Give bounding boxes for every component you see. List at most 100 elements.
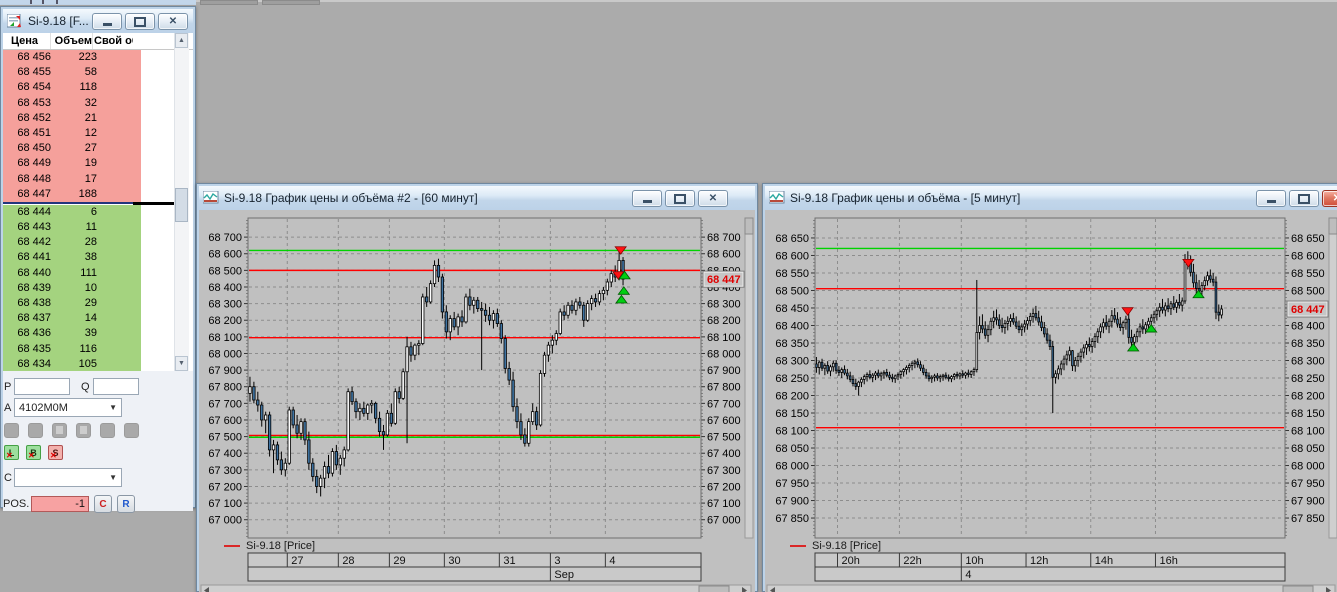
volume-cell[interactable]: 38 [55, 250, 101, 266]
chart-canvas-5min[interactable]: 68 650 68 650 68 600 68 600 68 550 68 550 68 5… [765, 210, 1337, 592]
volume-cell[interactable]: 6 [55, 204, 101, 221]
own-volume-cell[interactable] [101, 80, 141, 96]
maximize-button[interactable] [1289, 190, 1319, 207]
table-row-ask[interactable]: 68 453 32 [3, 95, 193, 111]
price-cell[interactable]: 68 450 [3, 141, 55, 157]
table-row-bid[interactable]: 68 439 10 [3, 280, 193, 296]
table-row-bid[interactable]: 68 442 28 [3, 235, 193, 251]
dom-titlebar[interactable]: Si-9.18 [F... ✕ [3, 9, 193, 33]
price-cell[interactable]: 68 439 [3, 280, 55, 296]
own-volume-cell[interactable] [101, 265, 141, 281]
price-input[interactable] [14, 378, 70, 395]
close-button[interactable]: ✕ [698, 190, 728, 207]
close-button[interactable]: ✕ [1322, 190, 1337, 207]
price-cell[interactable]: 68 456 [3, 50, 55, 66]
table-row-ask[interactable]: 68 450 27 [3, 141, 193, 157]
volume-cell[interactable]: 118 [55, 80, 101, 96]
table-row-ask[interactable]: 68 456 223 [3, 50, 193, 66]
v-scrollbar[interactable] [744, 217, 754, 539]
table-row-bid[interactable]: 68 436 39 [3, 326, 193, 342]
minimize-button[interactable] [632, 190, 662, 207]
cancel-sell-orders-button[interactable]: S ✕ [48, 445, 63, 460]
table-row-ask[interactable]: 68 452 21 [3, 110, 193, 126]
price-cell[interactable]: 68 447 [3, 186, 55, 202]
dom-table-header[interactable]: Цена Объем Свой об [3, 33, 193, 50]
own-volume-cell[interactable] [101, 296, 141, 312]
toolbar-button-5[interactable] [100, 423, 115, 438]
h-scrollbar[interactable] [200, 584, 752, 592]
own-volume-cell[interactable] [101, 95, 141, 111]
volume-cell[interactable]: 58 [55, 65, 101, 81]
own-volume-cell[interactable] [101, 220, 141, 236]
table-row-bid[interactable]: 68 441 38 [3, 250, 193, 266]
volume-cell[interactable]: 19 [55, 156, 101, 172]
close-position-button[interactable]: C [94, 495, 112, 513]
volume-cell[interactable]: 32 [55, 95, 101, 111]
price-cell[interactable]: 68 455 [3, 65, 55, 81]
toolbar-button-6[interactable] [124, 423, 139, 438]
own-volume-cell[interactable] [101, 110, 141, 126]
table-row-bid[interactable]: 68 437 14 [3, 311, 193, 327]
own-volume-cell[interactable] [101, 65, 141, 81]
own-volume-cell[interactable] [101, 171, 141, 187]
own-volume-cell[interactable] [101, 311, 141, 327]
price-cell[interactable]: 68 437 [3, 311, 55, 327]
maximize-button[interactable] [665, 190, 695, 207]
maximize-button[interactable] [125, 13, 155, 30]
volume-cell[interactable]: 10 [55, 280, 101, 296]
own-volume-cell[interactable] [101, 341, 141, 357]
price-cell[interactable]: 68 438 [3, 296, 55, 312]
table-row-bid[interactable]: 68 438 29 [3, 296, 193, 312]
price-cell[interactable]: 68 435 [3, 341, 55, 357]
own-volume-cell[interactable] [101, 50, 141, 66]
toolbar-button-3[interactable] [52, 423, 67, 438]
own-volume-cell[interactable] [101, 250, 141, 266]
chart60-titlebar[interactable]: Si-9.18 График цены и объёма #2 - [60 ми… [199, 186, 755, 210]
price-cell[interactable]: 68 443 [3, 220, 55, 236]
scroll-up-icon[interactable]: ▲ [175, 33, 188, 48]
column-header-price[interactable]: Цена [3, 33, 51, 49]
volume-cell[interactable]: 39 [55, 326, 101, 342]
quantity-input[interactable] [93, 378, 139, 395]
reverse-position-button[interactable]: R [117, 495, 135, 513]
volume-cell[interactable]: 188 [55, 186, 101, 202]
price-cell[interactable]: 68 449 [3, 156, 55, 172]
table-row-bid[interactable]: 68 434 105 [3, 356, 193, 371]
client-code-select[interactable]: ▼ [14, 468, 122, 487]
table-row-ask[interactable]: 68 447 188 [3, 186, 193, 202]
volume-cell[interactable]: 14 [55, 311, 101, 327]
account-select[interactable]: 4102M0M ▼ [14, 398, 122, 417]
cancel-all-orders-button[interactable]: L ✕ [4, 445, 19, 460]
scrollbar-thumb[interactable] [175, 188, 188, 222]
table-row-bid[interactable]: 68 444 6 [3, 204, 193, 221]
table-row-ask[interactable]: 68 449 19 [3, 156, 193, 172]
h-scrollbar[interactable] [766, 584, 1336, 592]
chart-canvas-60min[interactable]: 68 70068 70068 60068 60068 50068 50068 4… [199, 210, 755, 592]
table-row-ask[interactable]: 68 454 118 [3, 80, 193, 96]
minimize-button[interactable] [92, 13, 122, 30]
own-volume-cell[interactable] [101, 356, 141, 371]
price-cell[interactable]: 68 442 [3, 235, 55, 251]
price-cell[interactable]: 68 451 [3, 125, 55, 142]
cancel-buy-orders-button[interactable]: B ✕ [26, 445, 41, 460]
volume-cell[interactable]: 223 [55, 50, 101, 66]
volume-cell[interactable]: 111 [55, 265, 101, 281]
volume-cell[interactable]: 27 [55, 141, 101, 157]
volume-cell[interactable]: 116 [55, 341, 101, 357]
volume-cell[interactable]: 17 [55, 171, 101, 187]
minimize-button[interactable] [1256, 190, 1286, 207]
own-volume-cell[interactable] [101, 280, 141, 296]
price-cell[interactable]: 68 441 [3, 250, 55, 266]
own-volume-cell[interactable] [101, 156, 141, 172]
volume-cell[interactable]: 12 [55, 125, 101, 142]
price-cell[interactable]: 68 454 [3, 80, 55, 96]
toolbar-button-2[interactable] [28, 423, 43, 438]
scroll-down-icon[interactable]: ▼ [175, 356, 188, 371]
table-row-ask[interactable]: 68 451 12 [3, 125, 193, 142]
own-volume-cell[interactable] [101, 204, 141, 221]
price-cell[interactable]: 68 448 [3, 171, 55, 187]
column-header-volume[interactable]: Объем [51, 33, 93, 49]
column-header-own[interactable]: Свой об [93, 33, 133, 49]
price-cell[interactable]: 68 436 [3, 326, 55, 342]
own-volume-cell[interactable] [101, 141, 141, 157]
